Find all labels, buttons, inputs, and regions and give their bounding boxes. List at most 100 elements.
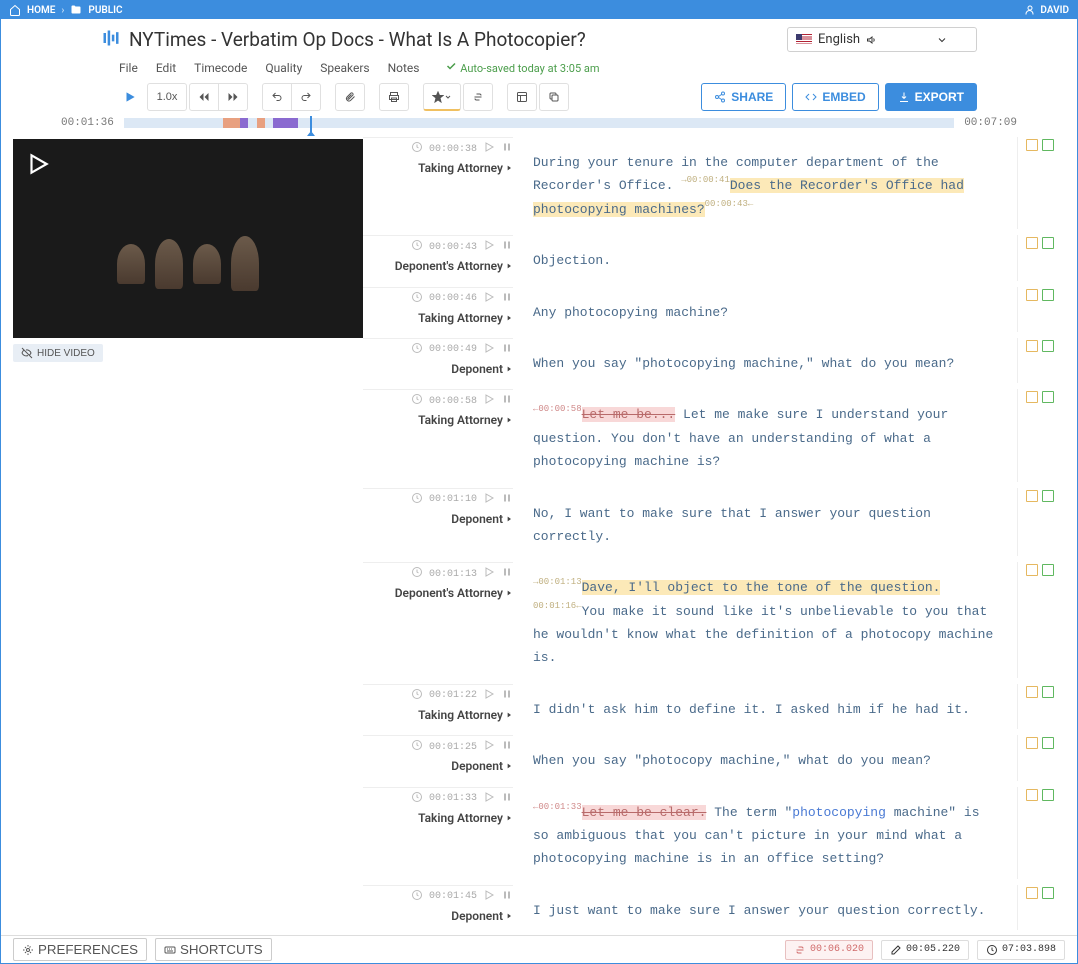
pause-entry-button[interactable]: [501, 566, 513, 582]
check-marker-icon[interactable]: [1042, 237, 1054, 249]
speed-button[interactable]: 1.0x: [147, 83, 187, 111]
check-marker-icon[interactable]: [1042, 686, 1054, 698]
check-marker-icon[interactable]: [1042, 887, 1054, 899]
play-entry-button[interactable]: [483, 739, 495, 755]
play-entry-button[interactable]: [483, 889, 495, 905]
note-marker-icon[interactable]: [1026, 490, 1038, 502]
entry-text[interactable]: ←00:00:58Let me be... Let me make sure I…: [523, 389, 1009, 481]
pause-entry-button[interactable]: [501, 239, 513, 255]
preferences-button[interactable]: PREFERENCES: [13, 938, 147, 961]
entry-text[interactable]: ←00:01:33Let me be clear. The term "phot…: [523, 787, 1009, 879]
entry-text[interactable]: I just want to make sure I answer your q…: [523, 885, 1009, 930]
topbar-user[interactable]: DAVID: [1024, 4, 1069, 16]
menu-notes[interactable]: Notes: [388, 61, 420, 75]
breadcrumb-home[interactable]: HOME: [27, 5, 55, 16]
menu-file[interactable]: File: [119, 61, 138, 75]
strikethrough-button[interactable]: [463, 83, 493, 111]
play-entry-button[interactable]: [483, 141, 495, 157]
play-entry-button[interactable]: [483, 239, 495, 255]
check-marker-icon[interactable]: [1042, 289, 1054, 301]
note-marker-icon[interactable]: [1026, 139, 1038, 151]
check-marker-icon[interactable]: [1042, 490, 1054, 502]
note-marker-icon[interactable]: [1026, 391, 1038, 403]
highlight-button[interactable]: [423, 83, 461, 111]
pause-entry-button[interactable]: [501, 141, 513, 157]
note-marker-icon[interactable]: [1026, 237, 1038, 249]
entry-text[interactable]: No, I want to make sure that I answer yo…: [523, 488, 1009, 557]
entry-text[interactable]: Any photocopying machine?: [523, 287, 1009, 332]
entry-text[interactable]: When you say "photocopying machine," wha…: [523, 338, 1009, 383]
pause-entry-button[interactable]: [501, 688, 513, 704]
note-marker-icon[interactable]: [1026, 887, 1038, 899]
breadcrumb-public[interactable]: PUBLIC: [88, 5, 122, 16]
note-marker-icon[interactable]: [1026, 340, 1038, 352]
language-select[interactable]: English: [787, 27, 977, 52]
play-entry-button[interactable]: [483, 492, 495, 508]
entry-speaker[interactable]: Taking Attorney: [418, 161, 513, 175]
menu-quality[interactable]: Quality: [265, 61, 302, 75]
clock-icon: [411, 141, 423, 157]
entry-speaker[interactable]: Deponent's Attorney: [395, 259, 513, 273]
export-button[interactable]: EXPORT: [885, 83, 977, 111]
note-marker-icon[interactable]: [1026, 686, 1038, 698]
video-column: HIDE VIDEO: [1, 129, 363, 935]
shortcuts-button[interactable]: SHORTCUTS: [155, 938, 272, 961]
video-player[interactable]: [13, 139, 363, 338]
menu-speakers[interactable]: Speakers: [320, 61, 369, 75]
entry-text[interactable]: When you say "photocopy machine," what d…: [523, 735, 1009, 780]
play-entry-button[interactable]: [483, 393, 495, 409]
layout-button[interactable]: [507, 83, 537, 111]
check-marker-icon[interactable]: [1042, 391, 1054, 403]
entry-text[interactable]: Objection.: [523, 235, 1009, 280]
check-marker-icon[interactable]: [1042, 737, 1054, 749]
transcript[interactable]: 00:00:38Taking Attorney During your tenu…: [363, 129, 1077, 935]
check-marker-icon[interactable]: [1042, 139, 1054, 151]
entry-timecode: 00:00:46: [429, 293, 477, 304]
entry-text[interactable]: →00:01:13Dave, I'll object to the tone o…: [523, 562, 1009, 678]
play-entry-button[interactable]: [483, 566, 495, 582]
rewind-button[interactable]: [189, 83, 219, 111]
menu-timecode[interactable]: Timecode: [194, 61, 247, 75]
entry-text[interactable]: During your tenure in the computer depar…: [523, 137, 1009, 229]
redo-button[interactable]: [292, 83, 321, 111]
play-button[interactable]: [115, 83, 145, 111]
entry-speaker[interactable]: Deponent: [451, 512, 513, 526]
entry-text[interactable]: I didn't ask him to define it. I asked h…: [523, 684, 1009, 729]
pause-entry-button[interactable]: [501, 739, 513, 755]
check-marker-icon[interactable]: [1042, 564, 1054, 576]
forward-button[interactable]: [219, 83, 248, 111]
entry-speaker[interactable]: Deponent: [451, 362, 513, 376]
check-marker-icon[interactable]: [1042, 789, 1054, 801]
undo-button[interactable]: [262, 83, 292, 111]
play-entry-button[interactable]: [483, 688, 495, 704]
entry-speaker[interactable]: Deponent: [451, 909, 513, 923]
copy-button[interactable]: [539, 83, 569, 111]
entry-speaker[interactable]: Deponent: [451, 759, 513, 773]
entry-speaker[interactable]: Taking Attorney: [418, 311, 513, 325]
pause-entry-button[interactable]: [501, 291, 513, 307]
entry-speaker[interactable]: Taking Attorney: [418, 811, 513, 825]
timeline[interactable]: [124, 118, 954, 128]
menu-edit[interactable]: Edit: [156, 61, 176, 75]
entry-speaker[interactable]: Taking Attorney: [418, 413, 513, 427]
note-marker-icon[interactable]: [1026, 737, 1038, 749]
entry-speaker[interactable]: Deponent's Attorney: [395, 586, 513, 600]
pause-entry-button[interactable]: [501, 492, 513, 508]
pause-entry-button[interactable]: [501, 889, 513, 905]
check-marker-icon[interactable]: [1042, 340, 1054, 352]
play-entry-button[interactable]: [483, 342, 495, 358]
embed-button[interactable]: EMBED: [792, 83, 878, 111]
note-marker-icon[interactable]: [1026, 289, 1038, 301]
entry-speaker[interactable]: Taking Attorney: [418, 708, 513, 722]
print-button[interactable]: [379, 83, 409, 111]
pause-entry-button[interactable]: [501, 791, 513, 807]
share-button[interactable]: SHARE: [701, 83, 786, 111]
attach-button[interactable]: [335, 83, 365, 111]
pause-entry-button[interactable]: [501, 342, 513, 358]
note-marker-icon[interactable]: [1026, 789, 1038, 801]
pause-entry-button[interactable]: [501, 393, 513, 409]
play-entry-button[interactable]: [483, 291, 495, 307]
note-marker-icon[interactable]: [1026, 564, 1038, 576]
play-entry-button[interactable]: [483, 791, 495, 807]
hide-video-button[interactable]: HIDE VIDEO: [13, 344, 103, 362]
